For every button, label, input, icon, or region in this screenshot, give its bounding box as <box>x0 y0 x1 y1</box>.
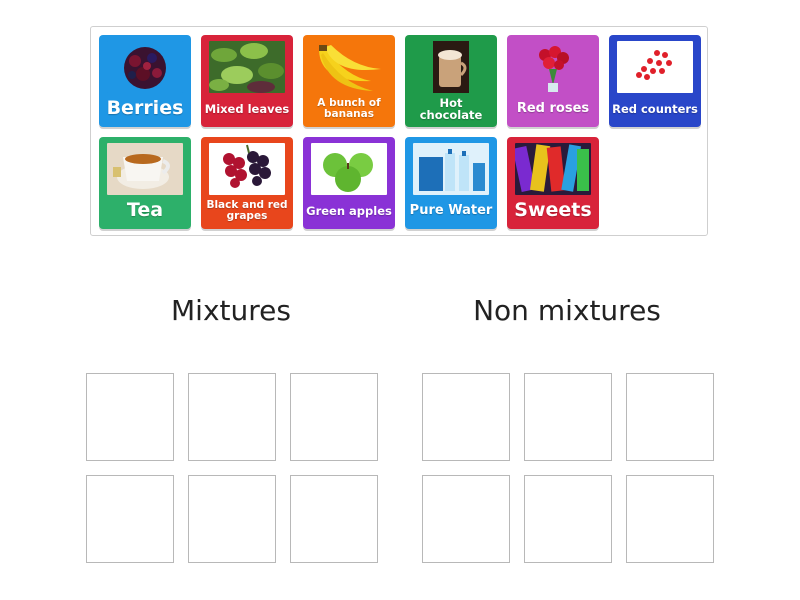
sweets-image <box>515 143 591 195</box>
card-berries[interactable]: Berries <box>99 35 191 127</box>
card-label: Hot chocolate <box>419 95 483 122</box>
card-tea[interactable]: Tea <box>99 137 191 229</box>
berries-image <box>107 41 183 93</box>
red-counters-image <box>617 41 693 93</box>
mixed-leaves-image <box>209 41 285 93</box>
non-mixtures-drop-slot[interactable] <box>422 373 510 461</box>
card-red-roses[interactable]: Red roses <box>507 35 599 127</box>
card-label: Mixed leaves <box>204 101 290 116</box>
mixtures-drop-slot[interactable] <box>188 475 276 563</box>
non-mixtures-drop-slot[interactable] <box>524 373 612 461</box>
group-heading-mixtures: Mixtures <box>171 294 291 327</box>
card-label: A bunch of bananas <box>317 96 381 120</box>
mixtures-drop-slot[interactable] <box>290 475 378 563</box>
card-label: Tea <box>126 199 164 222</box>
water-bottles-image <box>413 143 489 195</box>
card-label: Black and red grapes <box>206 198 288 222</box>
mixtures-drop-slot[interactable] <box>290 373 378 461</box>
non-mixtures-drop-slot[interactable] <box>524 475 612 563</box>
mixtures-drop-slot[interactable] <box>86 475 174 563</box>
card-grapes[interactable]: Black and red grapes <box>201 137 293 229</box>
hot-chocolate-image <box>413 41 489 93</box>
group-heading-non-mixtures: Non mixtures <box>473 294 661 327</box>
card-label: Berries <box>106 97 184 120</box>
card-label: Green apples <box>306 203 392 218</box>
card-pure-water[interactable]: Pure Water <box>405 137 497 229</box>
card-green-apples[interactable]: Green apples <box>303 137 395 229</box>
card-label: Sweets <box>514 199 592 222</box>
card-hot-chocolate[interactable]: Hot chocolate <box>405 35 497 127</box>
card-mixed-leaves[interactable]: Mixed leaves <box>201 35 293 127</box>
card-red-counters[interactable]: Red counters <box>609 35 701 127</box>
non-mixtures-drop-slot[interactable] <box>422 475 510 563</box>
card-sweets[interactable]: Sweets <box>507 137 599 229</box>
bananas-image <box>311 41 387 93</box>
card-label: Pure Water <box>409 203 493 219</box>
mixtures-drop-slot[interactable] <box>188 373 276 461</box>
card-tray: Berries Mixed leaves A bunch of bananas … <box>90 26 708 236</box>
non-mixtures-drop-slot[interactable] <box>626 373 714 461</box>
tea-image <box>107 143 183 195</box>
card-label: Red counters <box>612 101 698 116</box>
grapes-image <box>209 143 285 195</box>
red-roses-image <box>515 41 591 93</box>
non-mixtures-drop-slot[interactable] <box>626 475 714 563</box>
card-label: Red roses <box>516 101 590 117</box>
mixtures-drop-slot[interactable] <box>86 373 174 461</box>
green-apples-image <box>311 143 387 195</box>
card-bananas[interactable]: A bunch of bananas <box>303 35 395 127</box>
